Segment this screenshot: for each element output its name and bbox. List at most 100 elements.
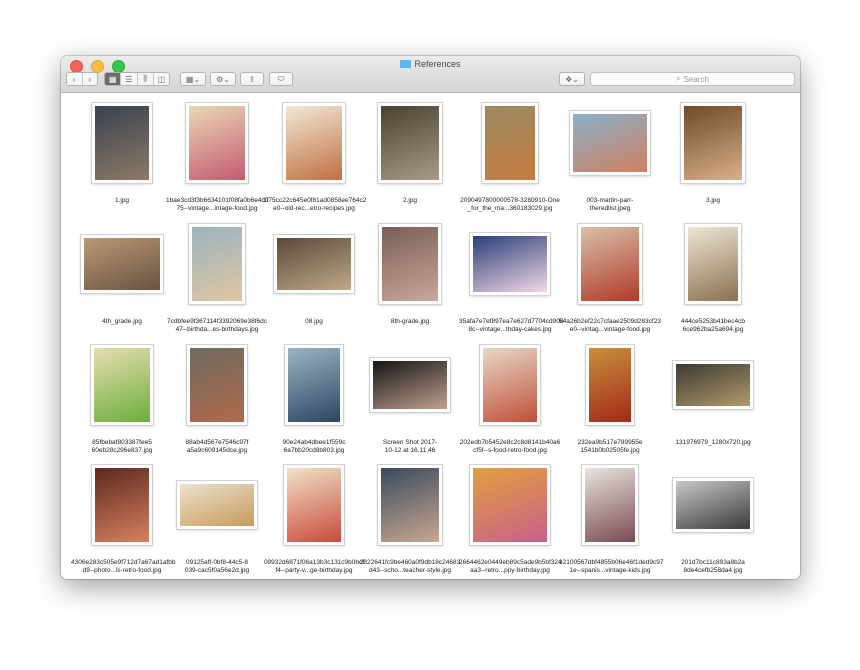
image-thumbnail[interactable] <box>81 235 163 293</box>
image-thumbnail[interactable] <box>378 465 442 545</box>
photo-image <box>84 238 160 290</box>
file-name: 7cdbfee9f367114f3392069e38f6dc 47--birthd… <box>166 318 267 333</box>
image-thumbnail[interactable] <box>187 345 247 425</box>
file-name: 2090497800000578-3280910-One _for_the_ma.… <box>460 197 560 212</box>
photo-image <box>189 106 245 180</box>
image-thumbnail[interactable] <box>673 361 753 409</box>
file-grid: 1.jpg 1bae3cd3f3b6634101f08fa0b6e4c0 75--v… <box>61 93 800 579</box>
file-item[interactable]: 444ce5253b41bec4cb 6ce962ba25a694.jpg <box>666 220 760 340</box>
file-item[interactable]: 232ea9b517e789955e 1541b0b02505fe.jpg <box>563 341 657 461</box>
photo-image <box>95 106 149 180</box>
file-name: 1.jpg <box>114 197 130 204</box>
file-name: Screen Shot 2017- 10-12 at 16.11.46 <box>382 439 438 454</box>
file-item[interactable]: 2664462e0449eb89c5ade9b5bf324 aa3--retro.… <box>459 461 562 579</box>
image-thumbnail[interactable] <box>578 224 642 304</box>
column-view-button[interactable]: ⫼ <box>138 73 154 85</box>
file-item[interactable]: 8th-grade.jpg <box>363 220 457 340</box>
photo-image <box>286 106 342 180</box>
photo-image <box>373 361 447 409</box>
photo-image <box>473 468 547 542</box>
image-thumbnail[interactable] <box>378 103 442 183</box>
image-thumbnail[interactable] <box>470 465 550 545</box>
image-thumbnail[interactable] <box>570 111 650 175</box>
file-name: 1bae3cd3f3b6634101f08fa0b6e4c0 75--vintag… <box>166 197 269 212</box>
image-thumbnail[interactable] <box>92 103 152 183</box>
image-thumbnail[interactable] <box>370 358 450 412</box>
photo-image <box>688 227 738 301</box>
file-item[interactable]: 2822641fc9be460a0f9db18c24683 d43--scho..… <box>360 461 460 579</box>
file-name: 09932d6871f06a13b3c131c9b0bcf f4--party-v… <box>263 559 365 574</box>
file-name: 35afa7e7ef897ea7e627d7704cd900 8c--vintag… <box>459 318 564 333</box>
search-icon: ⌕ <box>676 74 681 83</box>
search-placeholder: Search <box>683 74 709 84</box>
file-item[interactable]: 4th_grade.jpg <box>75 220 169 340</box>
image-thumbnail[interactable] <box>685 224 741 304</box>
file-name: 32100567dbf4855b06e46f1ded9c97 1e--spanis… <box>559 559 664 574</box>
file-item[interactable]: 202edb7b5452e8c2c8d8141b40a6 cf5f--s-food… <box>460 341 560 461</box>
image-thumbnail[interactable] <box>379 224 441 304</box>
icon-view-button[interactable]: ▦ <box>105 73 122 85</box>
image-thumbnail[interactable] <box>92 465 152 545</box>
file-item[interactable]: 2.jpg <box>363 99 457 219</box>
image-thumbnail[interactable] <box>480 345 540 425</box>
file-item[interactable]: 7cdbfee9f367114f3392069e38f6dc 47--birthd… <box>167 220 267 340</box>
image-thumbnail[interactable] <box>586 345 634 425</box>
file-item[interactable]: 131976979_1280x720.jpg <box>666 341 760 461</box>
file-item[interactable]: 08.jpg <box>267 220 361 340</box>
file-item[interactable]: 1f75cc22c645e0f81ad0858ee764c2 e0--old-re… <box>263 99 366 219</box>
image-thumbnail[interactable] <box>285 345 343 425</box>
file-name: 90e24ab4dbee1f559c 6a7bb20cd8b803.jpg <box>282 439 346 454</box>
back-button[interactable]: ‹ <box>67 73 83 85</box>
image-thumbnail[interactable] <box>582 465 638 545</box>
file-name: 1f75cc22c645e0f81ad0858ee764c2 e0--old-re… <box>263 197 367 212</box>
photo-image <box>473 236 547 292</box>
file-item[interactable]: 85fbebaf803387fee5 60eb28c296e837.jpg <box>75 341 169 461</box>
file-item[interactable]: 35afa7e7ef897ea7e627d7704cd900 8c--vintag… <box>459 220 563 340</box>
group-by-button[interactable]: ▦⌄ <box>180 72 206 86</box>
search-field[interactable]: ⌕ Search <box>590 72 795 86</box>
image-thumbnail[interactable] <box>482 103 538 183</box>
image-thumbnail[interactable] <box>189 224 245 304</box>
list-view-button[interactable]: ☰ <box>121 73 138 85</box>
file-item[interactable]: 54a26b2ef22c7cfaae2509d283cf23 e0--vintag… <box>559 220 661 340</box>
file-item[interactable]: 09932d6871f06a13b3c131c9b0bcf f4--party-v… <box>264 461 364 579</box>
file-item[interactable]: 32100567dbf4855b06e46f1ded9c97 1e--spanis… <box>559 461 663 579</box>
file-item[interactable]: 201d7bc11c893a8b2a 8de4cefb258da4.jpg <box>666 461 760 579</box>
cover-flow-view-button[interactable]: ◫ <box>154 73 169 85</box>
window-title: References <box>61 59 800 69</box>
file-item[interactable]: 3.jpg <box>666 99 760 219</box>
share-button[interactable]: ⇪ <box>240 72 264 86</box>
action-button[interactable]: ⚙⌄ <box>210 72 236 86</box>
image-thumbnail[interactable] <box>284 465 344 545</box>
image-thumbnail[interactable] <box>91 345 153 425</box>
image-thumbnail[interactable] <box>681 103 745 183</box>
file-name: 444ce5253b41bec4cb 6ce962ba25a694.jpg <box>681 318 745 333</box>
file-item[interactable]: 1.jpg <box>75 99 169 219</box>
file-item[interactable]: 4306e283c505e9f712d7a67ad1afbb d9--photo.… <box>71 461 175 579</box>
image-thumbnail[interactable] <box>470 233 550 295</box>
file-name: 08.jpg <box>305 318 323 325</box>
share-icon: ⇪ <box>248 74 256 84</box>
image-thumbnail[interactable] <box>283 103 345 183</box>
tags-button[interactable]: ⬭ <box>269 72 293 86</box>
image-thumbnail[interactable] <box>177 481 257 529</box>
file-item[interactable]: 003-martin-parr-theredlist.jpeg <box>563 99 657 219</box>
file-item[interactable]: 88ab4d567e7546c97f a5a9c609145dce.jpg <box>170 341 264 461</box>
file-item[interactable]: 1bae3cd3f3b6634101f08fa0b6e4c0 75--vintag… <box>166 99 268 219</box>
photo-image <box>190 348 244 422</box>
image-thumbnail[interactable] <box>673 478 753 532</box>
dropbox-button[interactable]: ❖⌄ <box>559 72 585 86</box>
forward-button[interactable]: › <box>83 73 98 85</box>
photo-image <box>381 106 439 180</box>
file-name: 2822641fc9be460a0f9db18c24683 d43--scho..… <box>359 559 461 574</box>
image-thumbnail[interactable] <box>274 235 354 293</box>
file-name: 54a26b2ef22c7cfaae2509d283cf23 e0--vintag… <box>559 318 661 333</box>
file-name: 201d7bc11c893a8b2a 8de4cefb258da4.jpg <box>681 559 745 574</box>
file-name: 3.jpg <box>705 197 721 204</box>
image-thumbnail[interactable] <box>186 103 248 183</box>
file-item[interactable]: 09125aff-0bf8-44c5-8 039-cac5f0a56e2d.jpg <box>170 461 264 579</box>
file-item[interactable]: Screen Shot 2017- 10-12 at 16.11.46 <box>363 341 457 461</box>
file-item[interactable]: 2090497800000578-3280910-One _for_the_ma.… <box>460 99 560 219</box>
file-item[interactable]: 90e24ab4dbee1f559c 6a7bb20cd8b803.jpg <box>267 341 361 461</box>
photo-image <box>287 468 341 542</box>
